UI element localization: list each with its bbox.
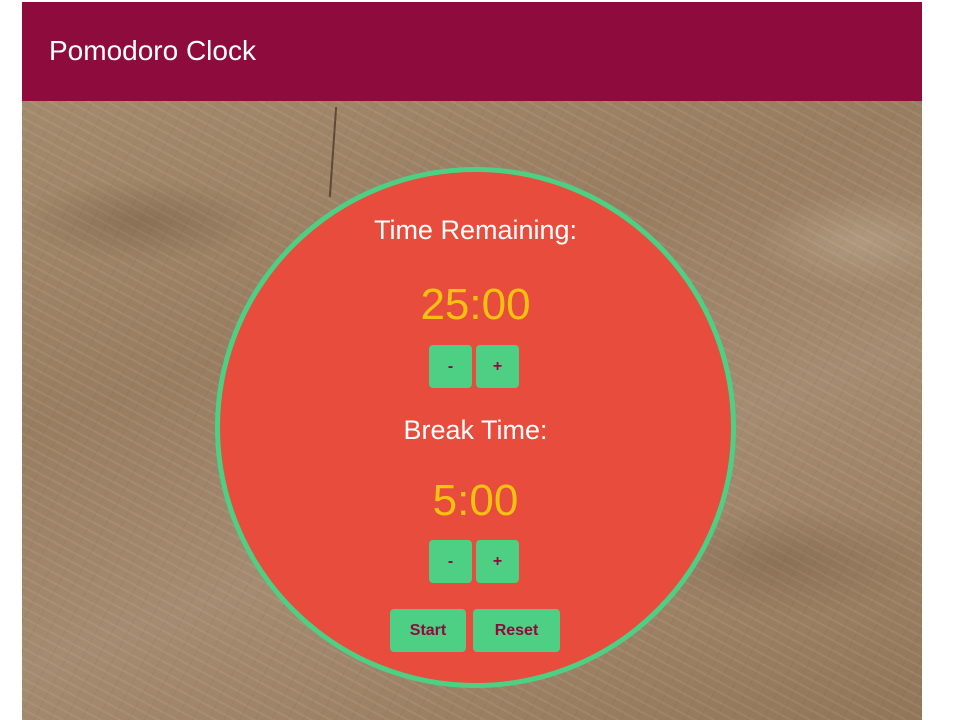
- reset-button[interactable]: Reset: [473, 609, 560, 652]
- start-button[interactable]: Start: [390, 609, 466, 652]
- navbar: Pomodoro Clock: [22, 2, 922, 101]
- break-increment-button[interactable]: +: [476, 540, 519, 583]
- break-label: Break Time:: [403, 415, 548, 445]
- app-title: Pomodoro Clock: [49, 35, 256, 66]
- session-time: 25:00: [420, 280, 531, 329]
- session-label: Time Remaining:: [373, 215, 578, 245]
- session-decrement-button[interactable]: -: [429, 345, 472, 388]
- break-decrement-button[interactable]: -: [429, 540, 472, 583]
- clock-face: Time Remaining: 25:00 - + Break Time: 5:…: [215, 167, 736, 688]
- pomodoro-app: Pomodoro Clock Time Remaining: 25:00 - +…: [22, 2, 922, 720]
- session-increment-button[interactable]: +: [476, 345, 519, 388]
- break-time: 5:00: [432, 476, 519, 525]
